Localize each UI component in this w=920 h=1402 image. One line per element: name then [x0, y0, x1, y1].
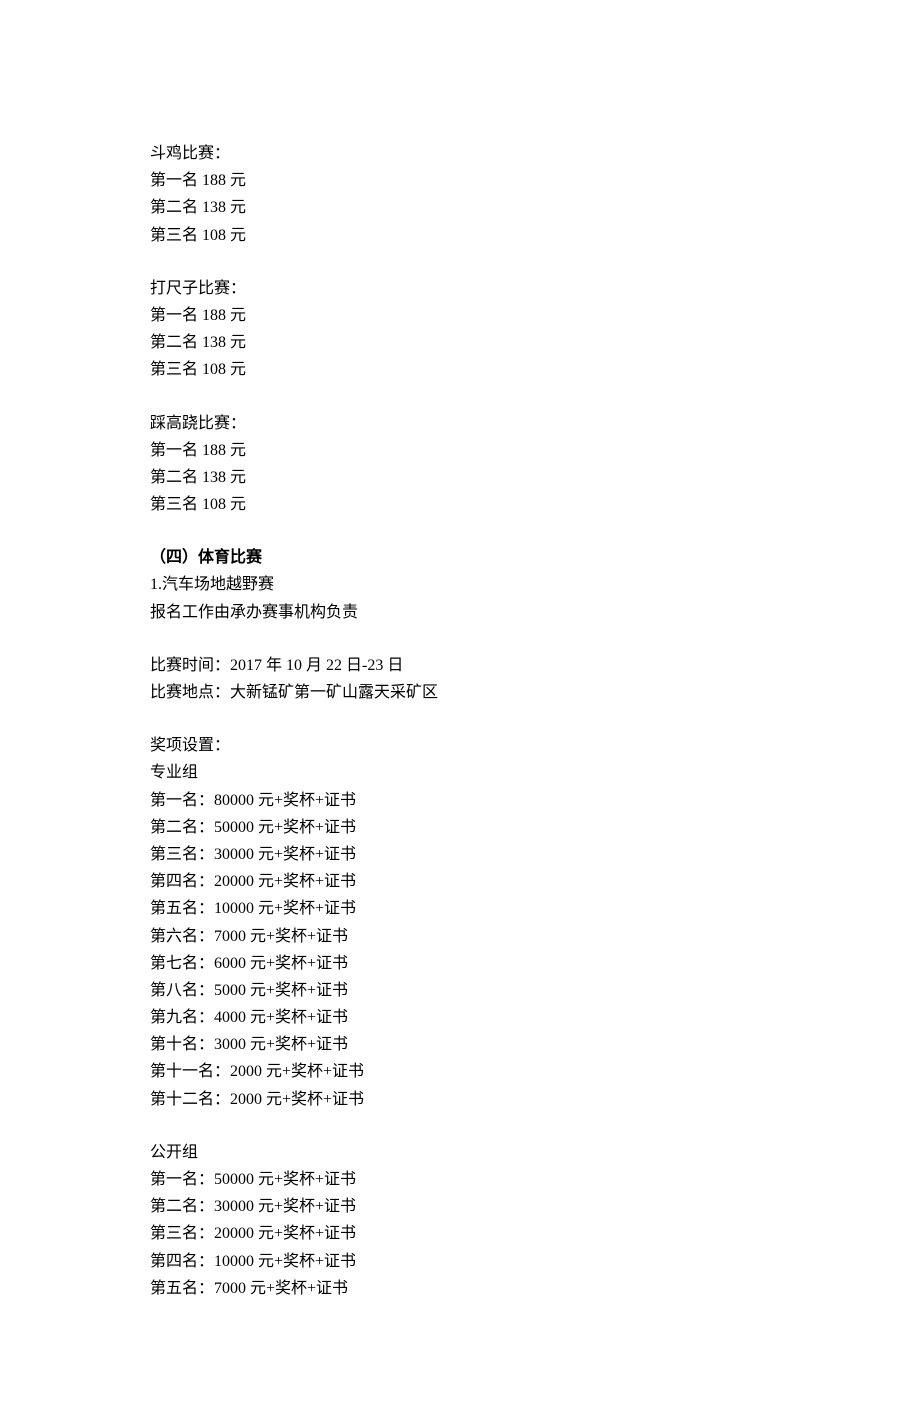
rank-line: 第三名 108 元: [150, 222, 770, 249]
rank-line: 第三名：30000 元+奖杯+证书: [150, 841, 770, 868]
rank-line: 第十一名：2000 元+奖杯+证书: [150, 1058, 770, 1085]
awards-label: 奖项设置：: [150, 732, 770, 759]
sports-section: （四）体育比赛 1.汽车场地越野赛 报名工作由承办赛事机构负责: [150, 544, 770, 626]
competition-caigaoqiao: 踩高跷比赛： 第一名 188 元 第二名 138 元 第三名 108 元: [150, 410, 770, 519]
rank-line: 第三名：20000 元+奖杯+证书: [150, 1220, 770, 1247]
rank-line: 第五名：10000 元+奖杯+证书: [150, 895, 770, 922]
rank-line: 第二名：50000 元+奖杯+证书: [150, 814, 770, 841]
rank-line: 第一名 188 元: [150, 167, 770, 194]
rank-line: 第五名：7000 元+奖杯+证书: [150, 1275, 770, 1302]
rank-line: 第一名 188 元: [150, 437, 770, 464]
rank-line: 第四名：10000 元+奖杯+证书: [150, 1248, 770, 1275]
rank-line: 第九名：4000 元+奖杯+证书: [150, 1004, 770, 1031]
offroad-registration: 报名工作由承办赛事机构负责: [150, 599, 770, 626]
competition-douji: 斗鸡比赛： 第一名 188 元 第二名 138 元 第三名 108 元: [150, 140, 770, 249]
rank-line: 第一名：50000 元+奖杯+证书: [150, 1166, 770, 1193]
rank-line: 第二名 138 元: [150, 329, 770, 356]
offroad-location: 比赛地点：大新锰矿第一矿山露天采矿区: [150, 679, 770, 706]
offroad-title: 1.汽车场地越野赛: [150, 571, 770, 598]
competition-title: 斗鸡比赛：: [150, 140, 770, 167]
rank-line: 第一名 188 元: [150, 302, 770, 329]
offroad-schedule: 比赛时间：2017 年 10 月 22 日-23 日 比赛地点：大新锰矿第一矿山…: [150, 652, 770, 706]
rank-line: 第七名：6000 元+奖杯+证书: [150, 950, 770, 977]
competition-dachizi: 打尺子比赛： 第一名 188 元 第二名 138 元 第三名 108 元: [150, 275, 770, 384]
rank-line: 第一名：80000 元+奖杯+证书: [150, 787, 770, 814]
rank-line: 第十二名：2000 元+奖杯+证书: [150, 1086, 770, 1113]
rank-line: 第二名 138 元: [150, 194, 770, 221]
awards-professional: 奖项设置： 专业组 第一名：80000 元+奖杯+证书 第二名：50000 元+…: [150, 732, 770, 1113]
rank-line: 第三名 108 元: [150, 491, 770, 518]
rank-line: 第十名：3000 元+奖杯+证书: [150, 1031, 770, 1058]
sports-heading: （四）体育比赛: [150, 544, 770, 571]
rank-line: 第三名 108 元: [150, 356, 770, 383]
document-page: 斗鸡比赛： 第一名 188 元 第二名 138 元 第三名 108 元 打尺子比…: [0, 0, 920, 1402]
awards-open: 公开组 第一名：50000 元+奖杯+证书 第二名：30000 元+奖杯+证书 …: [150, 1139, 770, 1302]
pro-group-label: 专业组: [150, 759, 770, 786]
rank-line: 第二名：30000 元+奖杯+证书: [150, 1193, 770, 1220]
rank-line: 第四名：20000 元+奖杯+证书: [150, 868, 770, 895]
rank-line: 第八名：5000 元+奖杯+证书: [150, 977, 770, 1004]
competition-title: 打尺子比赛：: [150, 275, 770, 302]
rank-line: 第二名 138 元: [150, 464, 770, 491]
open-group-label: 公开组: [150, 1139, 770, 1166]
offroad-time: 比赛时间：2017 年 10 月 22 日-23 日: [150, 652, 770, 679]
rank-line: 第六名：7000 元+奖杯+证书: [150, 923, 770, 950]
competition-title: 踩高跷比赛：: [150, 410, 770, 437]
